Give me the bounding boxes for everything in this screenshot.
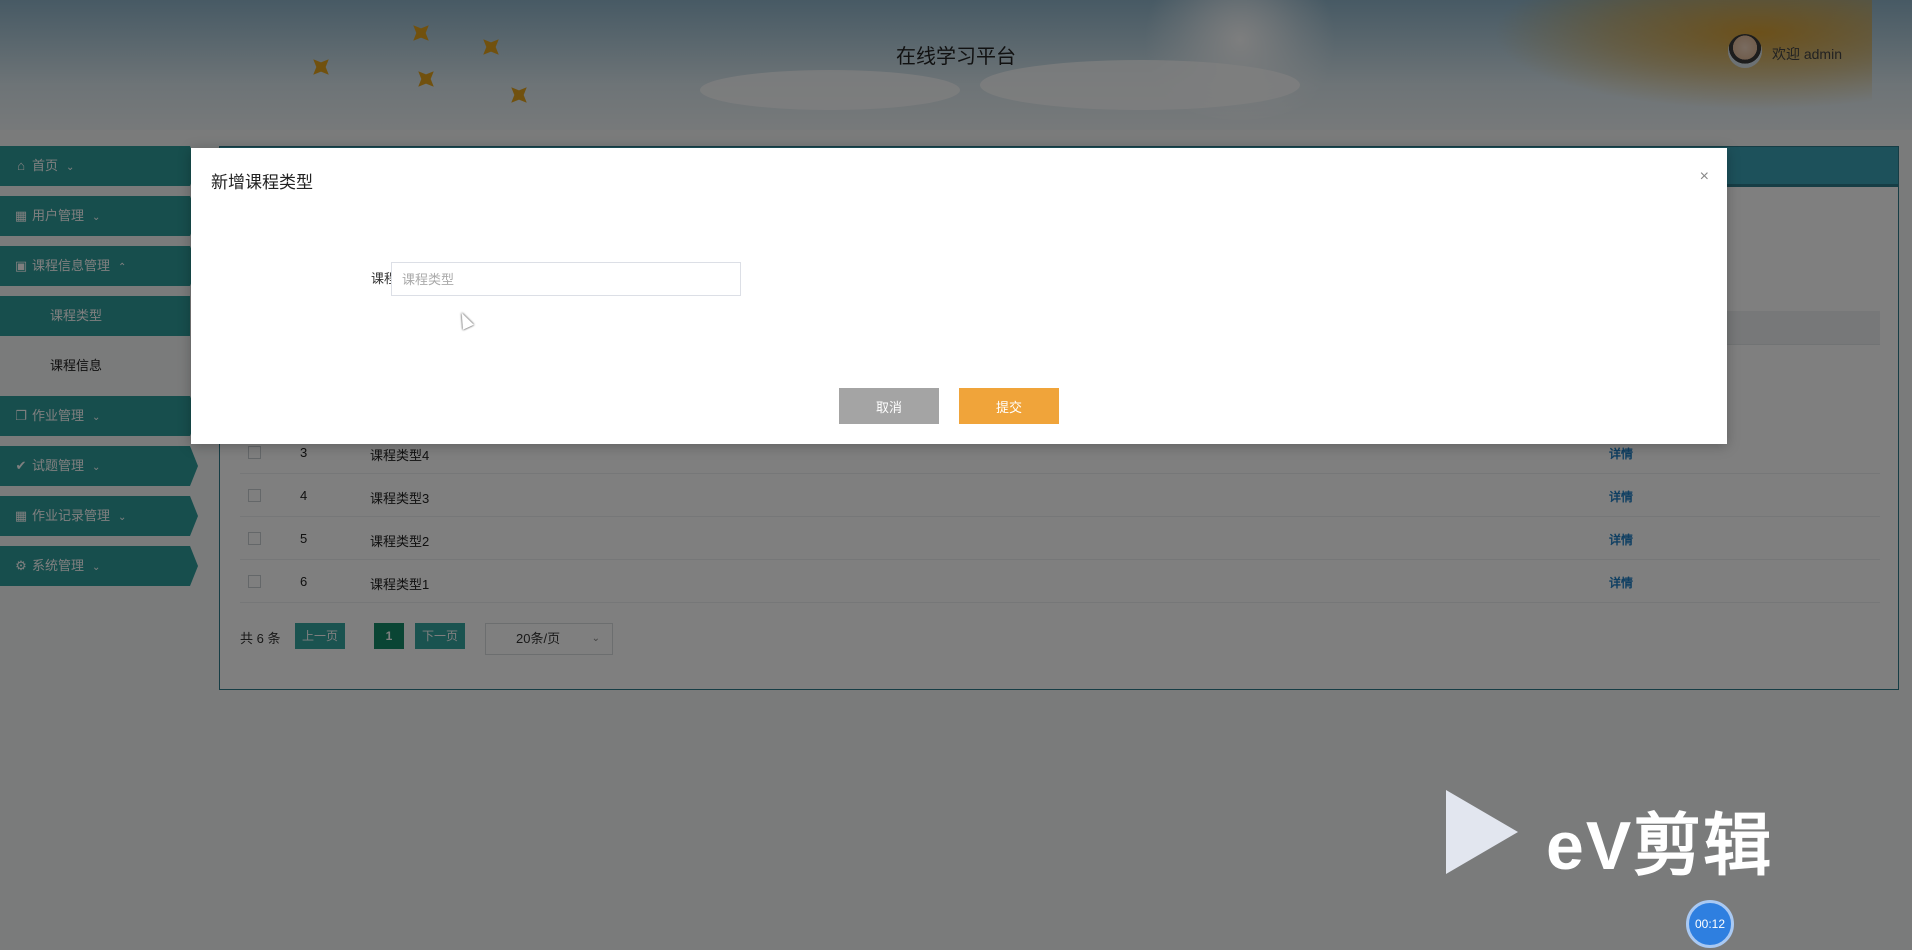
- dialog-title: 新增课程类型: [211, 173, 313, 192]
- close-icon[interactable]: ×: [1700, 168, 1709, 186]
- ev-watermark: eV剪辑: [1446, 786, 1816, 884]
- course-type-input[interactable]: [391, 262, 741, 296]
- play-icon: [1446, 790, 1518, 874]
- add-course-type-dialog: 新增课程类型 × 课程类型 取消 提交: [191, 148, 1727, 444]
- recording-timer: 00:12: [1686, 900, 1734, 948]
- watermark-brand: eV剪辑: [1546, 808, 1774, 884]
- submit-button[interactable]: 提交: [959, 388, 1059, 424]
- cancel-button[interactable]: 取消: [839, 388, 939, 424]
